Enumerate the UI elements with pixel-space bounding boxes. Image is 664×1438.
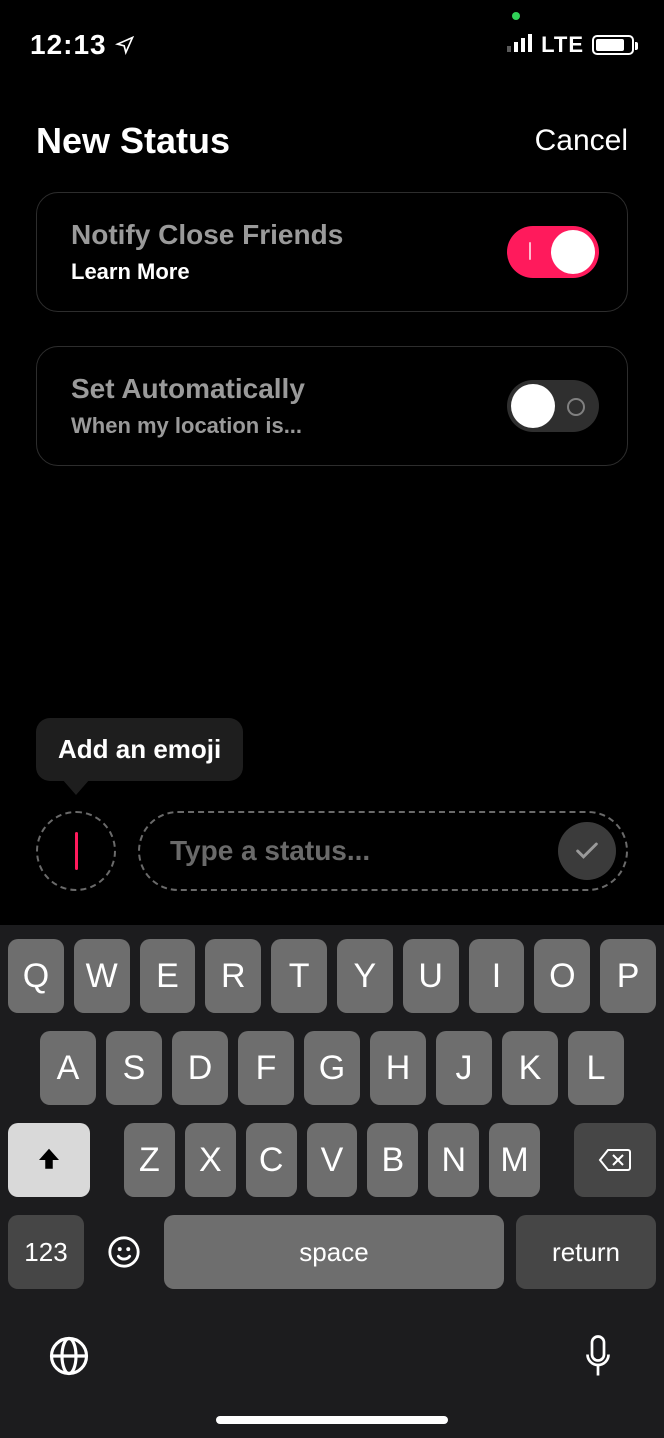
key-u[interactable]: U <box>403 939 459 1013</box>
key-l[interactable]: L <box>568 1031 624 1105</box>
network-label: LTE <box>541 32 584 58</box>
home-indicator[interactable] <box>216 1416 448 1424</box>
key-q[interactable]: Q <box>8 939 64 1013</box>
input-row <box>36 811 628 891</box>
key-y[interactable]: Y <box>337 939 393 1013</box>
keyboard-row-1: Q W E R T Y U I O P <box>8 939 656 1013</box>
add-emoji-button[interactable] <box>36 811 116 891</box>
globe-icon[interactable] <box>48 1335 90 1382</box>
cancel-button[interactable]: Cancel <box>535 124 628 158</box>
key-p[interactable]: P <box>600 939 656 1013</box>
key-v[interactable]: V <box>307 1123 358 1197</box>
status-right: LTE <box>507 32 634 58</box>
keyboard: Q W E R T Y U I O P A S D F G H J K L Z … <box>0 925 664 1438</box>
key-space[interactable]: space <box>164 1215 504 1289</box>
status-input-container <box>138 811 628 891</box>
page-title: New Status <box>36 120 230 162</box>
key-d[interactable]: D <box>172 1031 228 1105</box>
key-g[interactable]: G <box>304 1031 360 1105</box>
text-cursor <box>75 832 78 870</box>
key-j[interactable]: J <box>436 1031 492 1105</box>
page-header: New Status Cancel <box>0 70 664 192</box>
signal-icon <box>507 34 533 57</box>
key-shift[interactable] <box>8 1123 90 1197</box>
set-automatically-card: Set Automatically When my location is... <box>36 346 628 466</box>
keyboard-bottom-row <box>8 1307 656 1384</box>
key-n[interactable]: N <box>428 1123 479 1197</box>
notify-close-friends-card: Notify Close Friends Learn More <box>36 192 628 312</box>
key-w[interactable]: W <box>74 939 130 1013</box>
keyboard-row-3: Z X C V B N M <box>8 1123 656 1197</box>
key-k[interactable]: K <box>502 1031 558 1105</box>
status-bar: 12:13 LTE <box>0 0 664 70</box>
submit-button[interactable] <box>558 822 616 880</box>
key-o[interactable]: O <box>534 939 590 1013</box>
key-z[interactable]: Z <box>124 1123 175 1197</box>
compose-area: Add an emoji <box>36 718 628 891</box>
key-backspace[interactable] <box>574 1123 656 1197</box>
card-text: Set Automatically When my location is... <box>71 373 305 439</box>
auto-title: Set Automatically <box>71 373 305 405</box>
key-a[interactable]: A <box>40 1031 96 1105</box>
key-return[interactable]: return <box>516 1215 656 1289</box>
key-c[interactable]: C <box>246 1123 297 1197</box>
key-s[interactable]: S <box>106 1031 162 1105</box>
mic-icon[interactable] <box>580 1333 616 1384</box>
key-r[interactable]: R <box>205 939 261 1013</box>
battery-icon <box>592 35 634 55</box>
key-123[interactable]: 123 <box>8 1215 84 1289</box>
notify-title: Notify Close Friends <box>71 219 343 251</box>
auto-sub: When my location is... <box>71 413 305 439</box>
emoji-tooltip: Add an emoji <box>36 718 243 781</box>
key-x[interactable]: X <box>185 1123 236 1197</box>
key-emoji[interactable] <box>96 1215 152 1289</box>
key-f[interactable]: F <box>238 1031 294 1105</box>
key-i[interactable]: I <box>469 939 525 1013</box>
key-b[interactable]: B <box>367 1123 418 1197</box>
status-left: 12:13 <box>30 29 135 61</box>
keyboard-row-2: A S D F G H J K L <box>8 1031 656 1105</box>
location-icon <box>115 35 135 55</box>
auto-toggle[interactable] <box>507 380 599 432</box>
status-time: 12:13 <box>30 29 107 61</box>
key-m[interactable]: M <box>489 1123 540 1197</box>
settings-cards: Notify Close Friends Learn More Set Auto… <box>0 192 664 466</box>
key-h[interactable]: H <box>370 1031 426 1105</box>
card-text: Notify Close Friends Learn More <box>71 219 343 285</box>
keyboard-row-4: 123 space return <box>8 1215 656 1289</box>
notify-toggle[interactable] <box>507 226 599 278</box>
learn-more-link[interactable]: Learn More <box>71 259 343 285</box>
key-t[interactable]: T <box>271 939 327 1013</box>
key-e[interactable]: E <box>140 939 196 1013</box>
privacy-indicator-dot <box>512 12 520 20</box>
status-input[interactable] <box>170 835 546 867</box>
